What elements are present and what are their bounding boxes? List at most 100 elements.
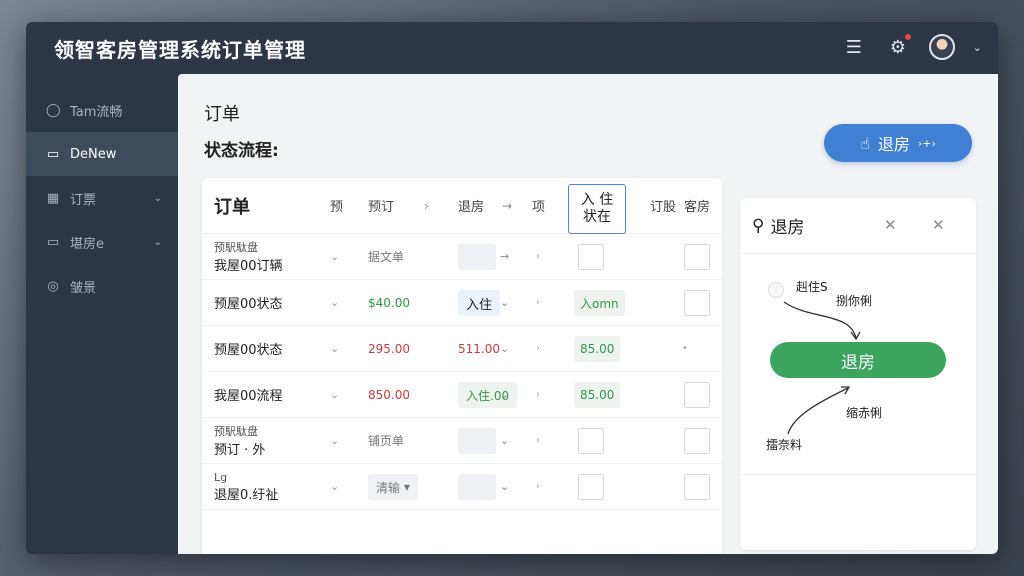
- room-prefix: 预駅駄盘: [214, 425, 258, 438]
- checkbox[interactable]: [578, 244, 604, 270]
- circle-icon: ◯: [46, 102, 61, 118]
- table-title: 订单: [214, 196, 250, 218]
- main-content: 订单 状态流程: ☝ 退房 ›+› 订单 预 预订 › 退房 → 项 入 住 状…: [178, 74, 998, 554]
- sidebar-item-orders[interactable]: ▦ 订票 ⌄: [26, 176, 178, 220]
- arrow-icon: ›: [536, 297, 540, 308]
- sidebar-item-denew[interactable]: ▭ DeNew: [26, 132, 178, 176]
- sidebar-item-label: 订票: [70, 192, 97, 208]
- price-cell: $40.00: [368, 295, 410, 310]
- value-tag: 85.00: [574, 336, 621, 362]
- table-row[interactable]: Lg 退屋0.纡祉 ⌄ 清输 ▾ ⌄ ›: [202, 464, 722, 510]
- room-cell: 预屋00状态: [214, 280, 283, 325]
- chevron-down-icon[interactable]: ⌄: [330, 464, 339, 509]
- room-prefix: 预駅駄盘: [214, 241, 258, 254]
- chevron-down-icon: ⌄: [153, 192, 162, 204]
- checkbox[interactable]: [578, 474, 604, 500]
- input-box[interactable]: [458, 474, 496, 500]
- sidebar-item-label: 皱景: [70, 280, 97, 296]
- price-cell: 据文单: [368, 250, 405, 264]
- hand-icon: ☝: [860, 133, 870, 153]
- dot-icon: •: [682, 343, 688, 354]
- price-cell: 铺页单: [368, 434, 405, 448]
- column-header[interactable]: 项: [532, 196, 545, 215]
- room-cell: 我屋00流程: [214, 372, 283, 417]
- arrow-icon: ›: [536, 389, 540, 400]
- arrow-right-icon: →: [502, 198, 513, 213]
- chevron-down-icon[interactable]: ⌄: [330, 372, 339, 417]
- chevron-down-icon[interactable]: ⌄: [330, 280, 339, 325]
- top-bar: 领智客房管理系统订单管理 ☰ ⚙ ⌄: [26, 22, 998, 74]
- checkbox[interactable]: [684, 382, 710, 408]
- checkbox[interactable]: [684, 290, 710, 316]
- arrow-right-icon: ⌄: [500, 342, 510, 355]
- arrow-icon: ›: [536, 343, 540, 354]
- column-header[interactable]: 退房: [458, 196, 484, 215]
- checkbox[interactable]: [684, 474, 710, 500]
- room-name: 我屋00流程: [214, 389, 283, 404]
- calendar-icon: ▭: [46, 146, 60, 162]
- list-icon[interactable]: ☰: [841, 34, 867, 60]
- room-cell: 预駅駄盘 我屋00订辆: [214, 234, 283, 279]
- checkbox[interactable]: [684, 244, 710, 270]
- room-cell: 预屋00状态: [214, 326, 283, 371]
- arrow-right-icon: ⌄: [500, 388, 510, 401]
- divider: [740, 474, 976, 475]
- status-pill[interactable]: 入住: [458, 290, 501, 316]
- table-row[interactable]: 预駅駄盘 预订 · 外 ⌄ 铺页单 ⌄ ›: [202, 418, 722, 464]
- close-icon[interactable]: ✕: [932, 216, 945, 234]
- column-header[interactable]: 预: [330, 196, 343, 215]
- chevron-down-icon[interactable]: ⌄: [973, 41, 982, 54]
- arrow-icon: ›: [536, 251, 540, 262]
- status-select[interactable]: 清输 ▾: [368, 474, 418, 500]
- amount-cell: 511.00: [458, 341, 500, 356]
- sidebar: ◯ Tam流畅 ▭ DeNew ▦ 订票 ⌄ ▭ 堪房e ⌄ ◎ 皱景: [26, 88, 178, 308]
- chevron-down-icon[interactable]: ⌄: [330, 418, 339, 463]
- room-name: 预订 · 外: [214, 443, 266, 458]
- input-box[interactable]: [458, 428, 496, 454]
- room-cell: Lg 退屋0.纡祉: [214, 464, 278, 509]
- checkbox[interactable]: [684, 428, 710, 454]
- checkbox[interactable]: [578, 428, 604, 454]
- sidebar-item-rooms[interactable]: ▭ 堪房e ⌄: [26, 220, 178, 264]
- input-box[interactable]: [458, 244, 496, 270]
- collapse-icon[interactable]: ✕: [884, 216, 897, 234]
- gear-icon[interactable]: ⚙: [885, 32, 913, 60]
- arrow-right-icon: ⌄: [500, 296, 510, 309]
- flow-arrow: [783, 301, 861, 341]
- arrow-right-icon: →: [500, 250, 510, 263]
- sidebar-item-label: DeNew: [70, 146, 117, 162]
- column-header[interactable]: 预订: [368, 196, 394, 215]
- checkout-flow-button[interactable]: 退房: [770, 342, 946, 378]
- table-row[interactable]: 我屋00流程 ⌄ 850.00 入住.00 ⌄ › 85.00: [202, 372, 722, 418]
- bed-icon: ▭: [46, 234, 60, 250]
- checkout-button-label: 退房: [877, 135, 910, 154]
- orders-table: 订单 预 预订 › 退房 → 项 入 住 状在 订股 客房 预駅駄盘 我屋00订辆…: [202, 178, 722, 554]
- sidebar-item-tam[interactable]: ◯ Tam流畅: [26, 88, 178, 132]
- table-row[interactable]: 预駅駄盘 我屋00订辆 ⌄ 据文单 → ›: [202, 234, 722, 280]
- column-header[interactable]: 客房: [684, 196, 710, 215]
- room-name: 预屋00状态: [214, 343, 283, 358]
- checkout-button-suffix: ›+›: [917, 136, 936, 150]
- chevron-down-icon[interactable]: ⌄: [330, 326, 339, 371]
- room-prefix: Lg: [214, 470, 228, 484]
- table-row[interactable]: 预屋00状态 ⌄ $40.00 入住 ⌄ › 入omn: [202, 280, 722, 326]
- page-subtitle: 状态流程:: [204, 141, 279, 161]
- value-tag: 85.00: [574, 382, 621, 408]
- sidebar-item-settings[interactable]: ◎ 皱景: [26, 264, 178, 308]
- table-header: 订单 预 预订 › 退房 → 项 入 住 状在 订股 客房: [202, 178, 722, 234]
- arrow-right-icon: ›: [424, 198, 429, 213]
- key-icon: ⚲: [752, 215, 765, 236]
- table-row[interactable]: 预屋00状态 ⌄ 295.00 511.00 ⌄ › 85.00 •: [202, 326, 722, 372]
- column-header-selected[interactable]: 入 住 状在: [568, 184, 626, 234]
- status-select-value: 清输: [376, 480, 401, 495]
- flow-title: 退房: [770, 218, 805, 238]
- checkout-flow-panel: ⚲ 退房 ✕ ✕ 赳住S 捌你俐 退房 缩赤俐 擂奈料: [740, 198, 976, 550]
- app-window: 领智客房管理系统订单管理 ☰ ⚙ ⌄ ◯ Tam流畅 ▭ DeNew ▦ 订票 …: [26, 22, 998, 554]
- checkout-button[interactable]: ☝ 退房 ›+›: [824, 124, 972, 162]
- chevron-down-icon: ⌄: [153, 236, 162, 248]
- topbar-icons: ☰ ⚙ ⌄: [841, 32, 982, 60]
- column-header[interactable]: 订股: [650, 196, 676, 215]
- chevron-down-icon[interactable]: ⌄: [330, 234, 339, 279]
- flow-node-label: 缩赤俐: [846, 406, 883, 420]
- user-avatar[interactable]: [928, 34, 955, 60]
